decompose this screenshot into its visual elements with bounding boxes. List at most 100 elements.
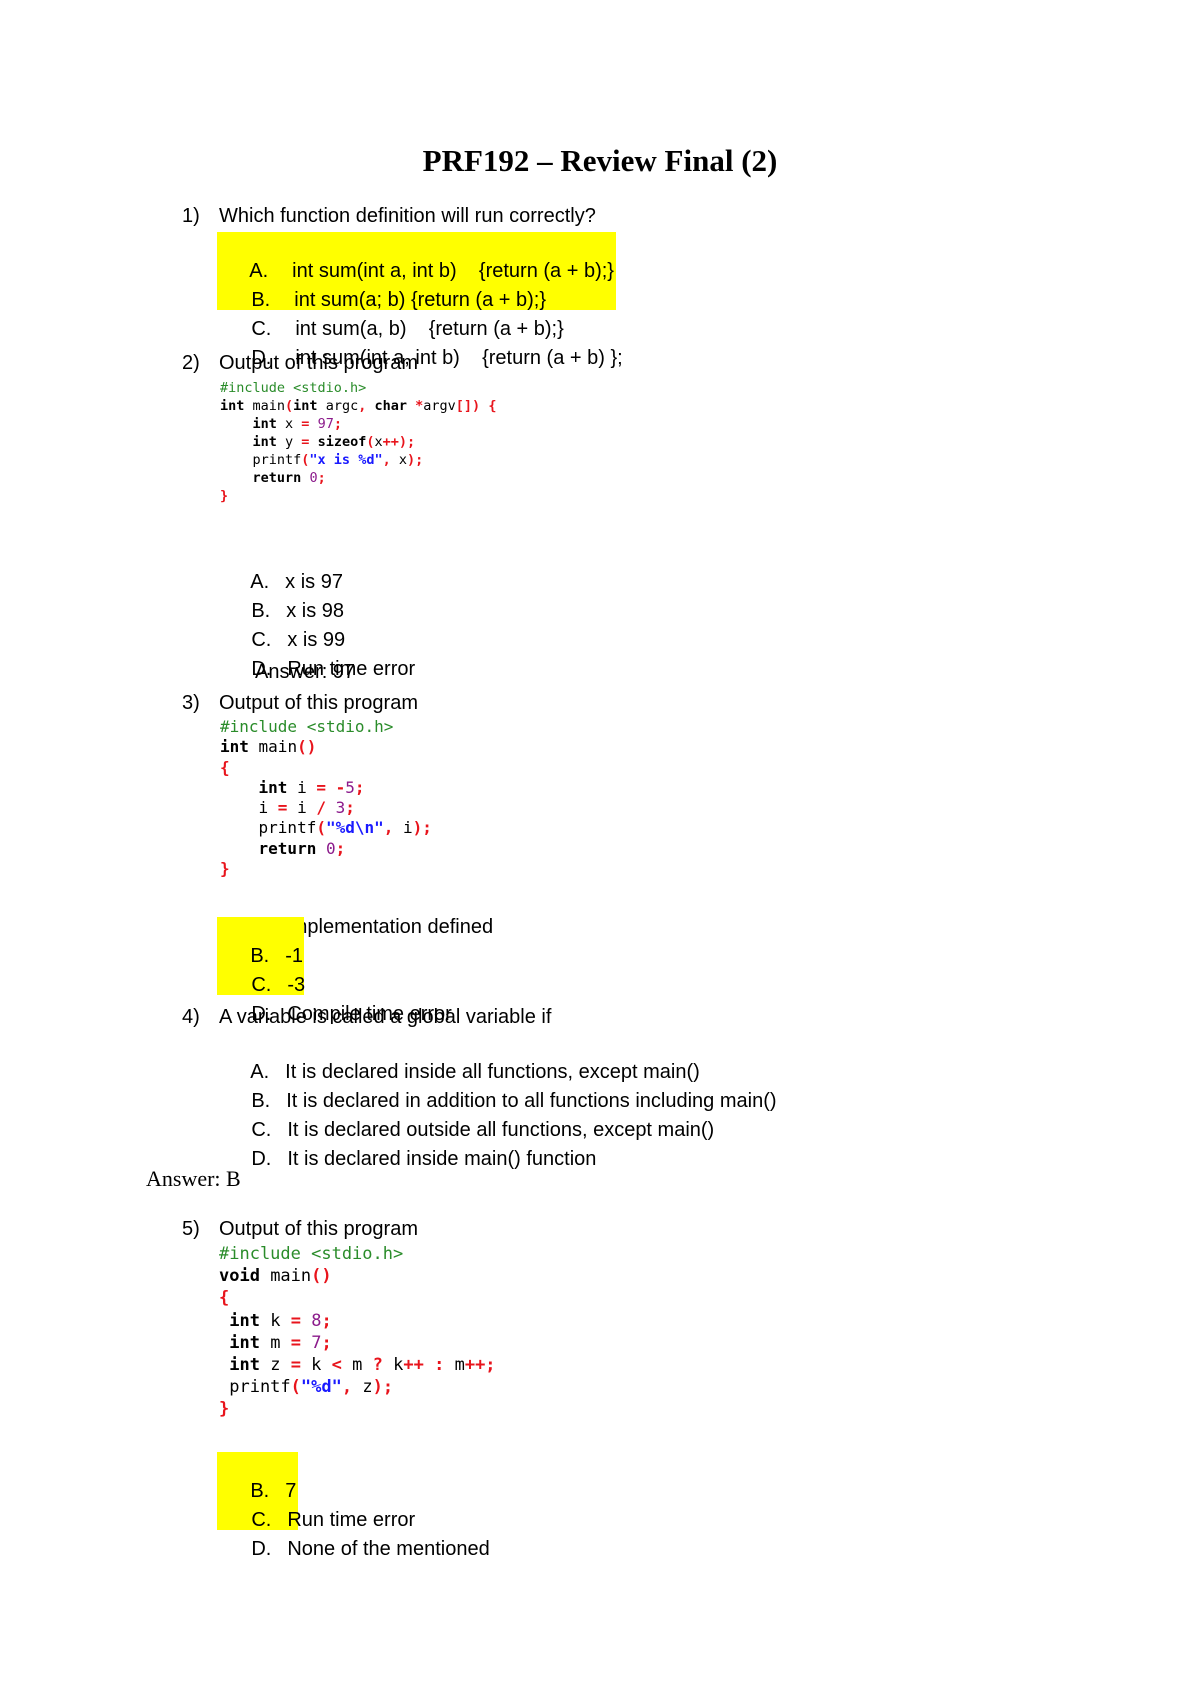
code-token: , <box>341 1377 353 1398</box>
code-token: < <box>331 1355 342 1376</box>
code-token: ; <box>354 777 365 797</box>
code-line: printf("%d\n", i); <box>220 818 432 838</box>
code-token: = <box>301 416 310 432</box>
code-token: = <box>277 798 288 818</box>
code-line: #include <stdio.h> <box>219 1244 404 1264</box>
code-token: return <box>252 470 302 486</box>
code-token: sizeof <box>317 434 367 450</box>
option-d: D. None of the mentioned <box>218 1510 490 1588</box>
code-token: ); <box>406 452 424 468</box>
code-line: printf("%d", z); <box>219 1377 394 1398</box>
code-line: int k = 8; <box>229 1310 332 1331</box>
code-token: ); <box>412 818 432 838</box>
code-token: int <box>293 398 318 414</box>
question-prompt: A variable is called a global variable i… <box>219 1006 552 1028</box>
code-token: int <box>229 1310 260 1331</box>
code-line: int y = sizeof(x++); <box>252 434 416 450</box>
code-token: () <box>297 737 317 757</box>
code-line: } <box>220 488 229 504</box>
code-line: return 0; <box>220 838 346 858</box>
code-snippet: #include <stdio.h> int main(int argc, ch… <box>220 379 496 505</box>
code-token: - <box>335 777 346 797</box>
code-token: 3 <box>335 798 346 818</box>
code-line: { <box>220 757 230 777</box>
code-token: / <box>316 798 326 818</box>
code-token: , <box>382 452 391 468</box>
code-token: : <box>434 1355 445 1376</box>
option-text: It is declared inside main() function <box>287 1148 597 1170</box>
question-number: 1) <box>182 205 200 227</box>
code-token: int <box>252 434 277 450</box>
code-line: int x = 97; <box>252 416 342 432</box>
option-letter: D. <box>251 1148 272 1170</box>
question-prompt: Output of this program <box>219 1218 418 1240</box>
code-token: 0 <box>309 470 318 486</box>
code-token: int <box>252 416 277 432</box>
code-token: "%d" <box>300 1377 342 1398</box>
code-line: int main() <box>220 737 317 757</box>
question-number: 5) <box>182 1218 200 1240</box>
code-token: int <box>220 737 249 757</box>
code-token: = <box>290 1355 301 1376</box>
code-line: void main() <box>219 1266 332 1287</box>
code-token: int <box>220 398 245 414</box>
code-token: int <box>229 1332 260 1353</box>
code-token: 97 <box>317 416 334 432</box>
code-line: #include <stdio.h> <box>220 717 394 736</box>
code-token: 8 <box>311 1310 322 1331</box>
code-token: = <box>290 1310 301 1331</box>
code-token: ? <box>372 1355 383 1376</box>
question-number: 2) <box>182 352 200 374</box>
code-token: int <box>258 777 288 797</box>
document-page: PRF192 – Review Final (2) 1) Which funct… <box>0 0 1200 1697</box>
code-token: int <box>229 1355 260 1376</box>
code-token: ( <box>285 398 294 414</box>
code-token: ; <box>317 470 326 486</box>
code-token: = <box>316 777 326 797</box>
code-token: ( <box>316 818 326 838</box>
question-prompt: Output of this program <box>219 692 418 714</box>
code-token: char <box>374 398 407 414</box>
code-token: 7 <box>311 1332 322 1353</box>
code-line: int m = 7; <box>229 1332 332 1353</box>
answer-note: Answer: 97 <box>255 661 356 683</box>
code-snippet: #include <stdio.h> void main() { int k =… <box>219 1243 496 1421</box>
code-line: int z = k < m ? k++ : m++; <box>229 1355 496 1376</box>
code-token: "x is %d" <box>309 452 383 468</box>
code-token: * <box>415 398 424 414</box>
option-text: None of the mentioned <box>287 1538 490 1560</box>
code-token: ; <box>345 798 355 818</box>
code-line: { <box>219 1288 230 1309</box>
option-text: Implementation defined <box>285 916 494 938</box>
code-token: []) <box>455 398 481 414</box>
code-token: 0 <box>325 838 336 858</box>
code-token: 5 <box>345 777 355 797</box>
code-token: "%d\n" <box>325 818 384 838</box>
code-token: = <box>290 1332 301 1353</box>
code-token: ; <box>335 838 346 858</box>
code-line: } <box>219 1399 230 1420</box>
code-line: } <box>220 859 230 879</box>
question-prompt: Which function definition will run corre… <box>219 205 596 227</box>
code-token: ); <box>372 1377 394 1398</box>
answer-note: Answer: B <box>146 1166 241 1191</box>
code-token: return <box>258 838 317 858</box>
question-number: 3) <box>182 692 200 714</box>
code-token: ( <box>366 434 375 450</box>
code-token: ++); <box>382 434 416 450</box>
page-title: PRF192 – Review Final (2) <box>422 143 778 178</box>
code-token: = <box>301 434 310 450</box>
code-line: #include <stdio.h> <box>220 380 367 396</box>
code-line: return 0; <box>220 470 326 486</box>
code-token: ; <box>333 416 342 432</box>
question-number: 4) <box>182 1006 200 1028</box>
code-line: i = i / 3; <box>220 798 355 818</box>
code-token: ++; <box>464 1355 496 1376</box>
question-prompt: Output of this program <box>219 352 418 374</box>
code-token: ; <box>321 1332 332 1353</box>
code-line: int main(int argc, char *argv[]) { <box>220 398 497 414</box>
code-token: , <box>358 398 367 414</box>
code-token: ( <box>290 1377 301 1398</box>
code-token: { <box>488 398 497 414</box>
code-token: , <box>383 818 394 838</box>
